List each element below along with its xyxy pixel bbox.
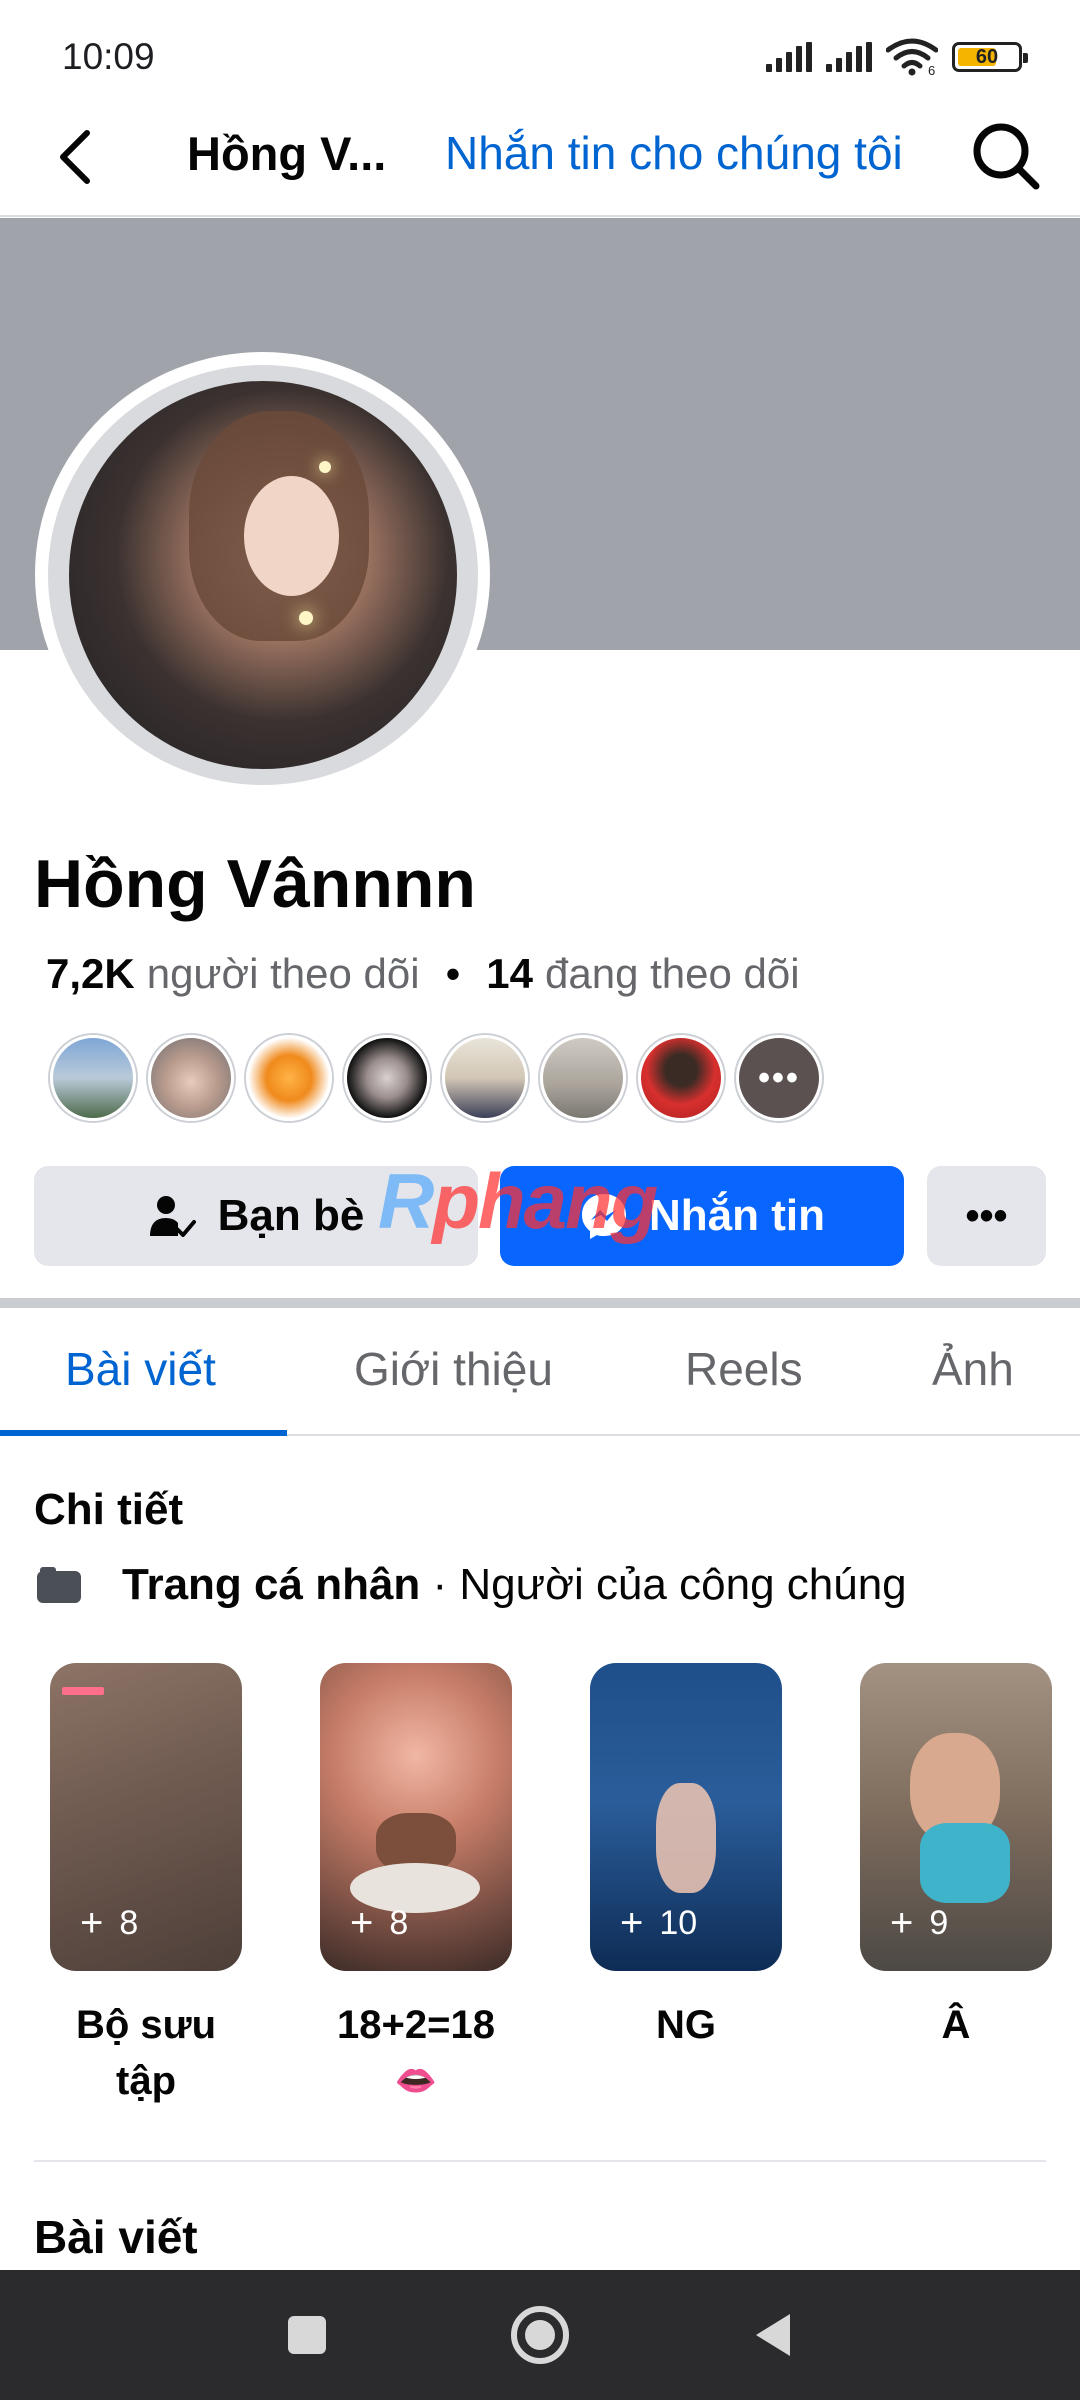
highlight-count-value: 10 xyxy=(659,1903,698,1942)
friend-avatar[interactable] xyxy=(50,1035,136,1121)
signal-icon xyxy=(766,42,812,72)
highlight-cover: +8 xyxy=(50,1663,242,1971)
highlight-title: Â xyxy=(941,2003,971,2047)
followers-label[interactable]: người theo dõi xyxy=(147,950,420,998)
back-arrow-icon xyxy=(60,130,90,184)
triangle-back-icon xyxy=(756,2314,790,2356)
highlight-tag xyxy=(62,1687,104,1695)
search-icon xyxy=(973,123,1040,190)
more-friends-button[interactable]: ••• xyxy=(736,1035,822,1121)
highlight-item[interactable]: +10 NG xyxy=(590,1663,782,2053)
details-separator: · xyxy=(420,1560,460,1609)
top-bar: Hồng V... Nhắn tin cho chúng tôi xyxy=(0,100,1080,217)
wifi-icon: 6 xyxy=(886,38,938,76)
avatar-face xyxy=(243,475,339,596)
watermark-prefix: R xyxy=(378,1157,434,1245)
battery-icon: 60 xyxy=(952,42,1028,72)
lips-emoji: 👄 xyxy=(394,2062,438,2100)
highlight-cover: +8 xyxy=(320,1663,512,1971)
plus-icon: + xyxy=(890,1901,914,1945)
message-button-label: Nhắn tin xyxy=(649,1191,825,1240)
status-time: 10:09 xyxy=(62,36,155,77)
page-type-icon xyxy=(37,1567,81,1603)
person-shape xyxy=(656,1783,716,1893)
plus-icon: + xyxy=(80,1901,104,1945)
followers-count[interactable]: 7,2K xyxy=(46,950,135,998)
mutual-avatars[interactable]: ••• xyxy=(50,1035,822,1121)
highlight-item[interactable]: +9 Â xyxy=(860,1663,1052,2053)
profile-avatar[interactable] xyxy=(35,352,490,797)
friend-avatar[interactable] xyxy=(246,1035,332,1121)
highlight-count-value: 9 xyxy=(929,1903,949,1942)
battery-level: 60 xyxy=(975,45,999,68)
signal-icon-2 xyxy=(826,42,872,72)
top-shape xyxy=(920,1823,1010,1903)
highlight-item[interactable]: +8 Bộ sưu tập xyxy=(50,1663,242,2109)
plus-icon: + xyxy=(350,1901,374,1945)
tab-posts[interactable]: Bài viết xyxy=(65,1342,216,1396)
avatar-frame xyxy=(47,364,478,785)
recent-apps-button[interactable] xyxy=(267,2300,347,2370)
search-button[interactable] xyxy=(966,116,1046,196)
highlight-item[interactable]: +8 18+2=18 👄 xyxy=(320,1663,512,2109)
page-type-label: Trang cá nhân xyxy=(122,1560,421,1609)
friend-check-icon xyxy=(149,1196,196,1237)
friend-avatar[interactable] xyxy=(540,1035,626,1121)
message-us-link[interactable]: Nhắn tin cho chúng tôi xyxy=(445,126,903,180)
highlight-title: NG xyxy=(656,2003,716,2047)
profile-tabs: Bài viết Giới thiệu Reels Ảnh xyxy=(0,1308,1080,1436)
avatar-photo xyxy=(68,380,457,769)
home-button[interactable] xyxy=(500,2300,580,2370)
active-tab-indicator xyxy=(0,1430,287,1436)
friends-button-label: Bạn bè xyxy=(217,1191,365,1240)
highlight-cover: +9 xyxy=(860,1663,1052,1971)
wifi-badge: 6 xyxy=(928,63,935,76)
featured-highlights: +8 Bộ sưu tập +8 18+2=18 👄 +10 NG +9 Â xyxy=(50,1663,1080,2103)
back-button[interactable] xyxy=(40,122,110,192)
highlight-title-text: 18+2=18 xyxy=(337,2003,495,2047)
tab-reels[interactable]: Reels xyxy=(685,1342,803,1396)
circle-icon xyxy=(511,2306,569,2364)
header-title: Hồng V... xyxy=(187,127,387,180)
avatar-light xyxy=(318,460,331,473)
posts-heading: Bài viết xyxy=(34,2211,198,2263)
following-count[interactable]: 14 xyxy=(486,950,533,998)
friend-avatar[interactable] xyxy=(638,1035,724,1121)
highlight-count-value: 8 xyxy=(389,1903,409,1942)
details-heading: Chi tiết xyxy=(34,1485,184,1534)
tab-photos[interactable]: Ảnh xyxy=(932,1342,1014,1396)
section-divider xyxy=(0,1298,1080,1308)
avatar-light xyxy=(298,610,313,625)
highlight-count-value: 8 xyxy=(119,1903,139,1942)
friend-avatar[interactable] xyxy=(442,1035,528,1121)
friend-avatar[interactable] xyxy=(148,1035,234,1121)
system-back-button[interactable] xyxy=(733,2300,813,2370)
highlight-count: +10 xyxy=(620,1903,697,1943)
plus-icon: + xyxy=(620,1901,644,1945)
stats-separator: • xyxy=(445,950,461,997)
friend-avatar[interactable] xyxy=(344,1035,430,1121)
following-label[interactable]: đang theo dõi xyxy=(545,950,800,998)
highlight-count: +8 xyxy=(80,1903,138,1943)
highlight-title: Bộ sưu tập xyxy=(75,2003,217,2103)
highlight-count: +9 xyxy=(890,1903,948,1943)
follow-stats: 7,2K người theo dõi • 14 đang theo dõi xyxy=(46,950,800,998)
highlight-title: 18+2=18 👄 xyxy=(320,1997,512,2109)
square-icon xyxy=(288,2316,326,2354)
highlight-cover: +10 xyxy=(590,1663,782,1971)
watermark: Rphang xyxy=(378,1156,658,1247)
more-options-button[interactable]: ••• xyxy=(927,1166,1046,1266)
status-bar: 10:09 6 60 xyxy=(0,0,1080,100)
page-category: Người của công chúng xyxy=(459,1560,907,1609)
status-icons: 6 60 xyxy=(766,38,1028,76)
system-nav-bar xyxy=(0,2270,1080,2400)
watermark-text: phang xyxy=(432,1157,658,1245)
details-row: Trang cá nhân · Người của công chúng xyxy=(36,1560,907,1610)
profile-name: Hồng Vânnnn xyxy=(34,846,476,922)
tab-about[interactable]: Giới thiệu xyxy=(354,1342,553,1396)
content-divider xyxy=(34,2160,1046,2162)
highlight-count: +8 xyxy=(350,1903,408,1943)
